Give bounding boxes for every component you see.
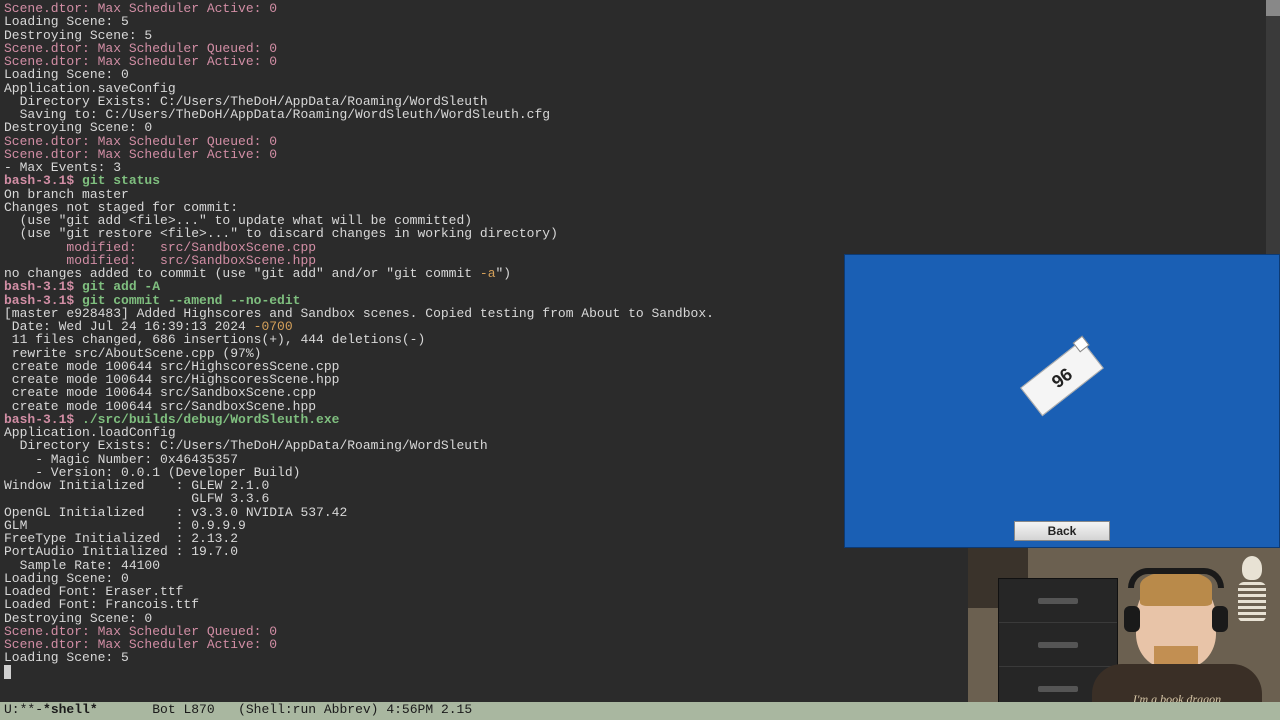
terminal-line: Directory Exists: C:/Users/TheDoH/AppDat… — [4, 95, 1276, 108]
cursor-icon — [4, 665, 11, 679]
modeline-spacer1 — [98, 703, 153, 719]
terminal-line: Saving to: C:/Users/TheDoH/AppData/Roami… — [4, 108, 1276, 121]
terminal-line: Destroying Scene: 0 — [4, 121, 1276, 134]
modeline-mode: (Shell:run Abbrev) — [238, 703, 378, 719]
terminal-line: Scene.dtor: Max Scheduler Queued: 0 — [4, 42, 1276, 55]
terminal-line: Scene.dtor: Max Scheduler Active: 0 — [4, 55, 1276, 68]
scrollbar-thumb[interactable] — [1266, 0, 1280, 16]
back-button-label: Back — [1048, 524, 1077, 538]
modeline-spacer4 — [433, 703, 441, 719]
game-window: 96 Back — [844, 254, 1280, 548]
shell-prompt: bash-3.1$ — [4, 173, 82, 188]
terminal-line: Scene.dtor: Max Scheduler Active: 0 — [4, 2, 1276, 15]
terminal-line: Scene.dtor: Max Scheduler Active: 0 — [4, 148, 1276, 161]
terminal-line: modified: src/SandboxScene.cpp — [4, 241, 1276, 254]
terminal-line: On branch master — [4, 188, 1276, 201]
modeline-position: Bot L870 — [152, 703, 214, 719]
terminal-line: Changes not staged for commit: — [4, 201, 1276, 214]
terminal-line: bash-3.1$ git status — [4, 174, 1276, 187]
back-button[interactable]: Back — [1014, 521, 1110, 541]
modeline-spacer2 — [215, 703, 238, 719]
terminal-line: (use "git add <file>..." to update what … — [4, 214, 1276, 227]
terminal-line: Application.saveConfig — [4, 82, 1276, 95]
terminal-line: - Max Events: 3 — [4, 161, 1276, 174]
terminal-line: Scene.dtor: Max Scheduler Queued: 0 — [4, 135, 1276, 148]
emacs-modeline: U:**- *shell* Bot L870 (Shell:run Abbrev… — [0, 702, 1280, 720]
terminal-line: Destroying Scene: 5 — [4, 29, 1276, 42]
terminal-line: (use "git restore <file>..." to discard … — [4, 227, 1276, 240]
modeline-buffer: *shell* — [43, 703, 98, 719]
modeline-spacer3 — [379, 703, 387, 719]
shell-command: git status — [82, 173, 160, 188]
webcam-overlay: I'm a book dragon — [968, 548, 1280, 720]
terminal-line: Loading Scene: 0 — [4, 68, 1276, 81]
game-tile[interactable]: 96 — [1020, 339, 1104, 415]
streamer-avatar: I'm a book dragon — [1088, 568, 1278, 720]
modeline-load: 2.15 — [441, 703, 472, 719]
modeline-modified: U:**- — [4, 703, 43, 719]
modeline-time: 4:56PM — [386, 703, 433, 719]
tile-value: 96 — [1048, 363, 1077, 392]
terminal-line: Loading Scene: 5 — [4, 15, 1276, 28]
